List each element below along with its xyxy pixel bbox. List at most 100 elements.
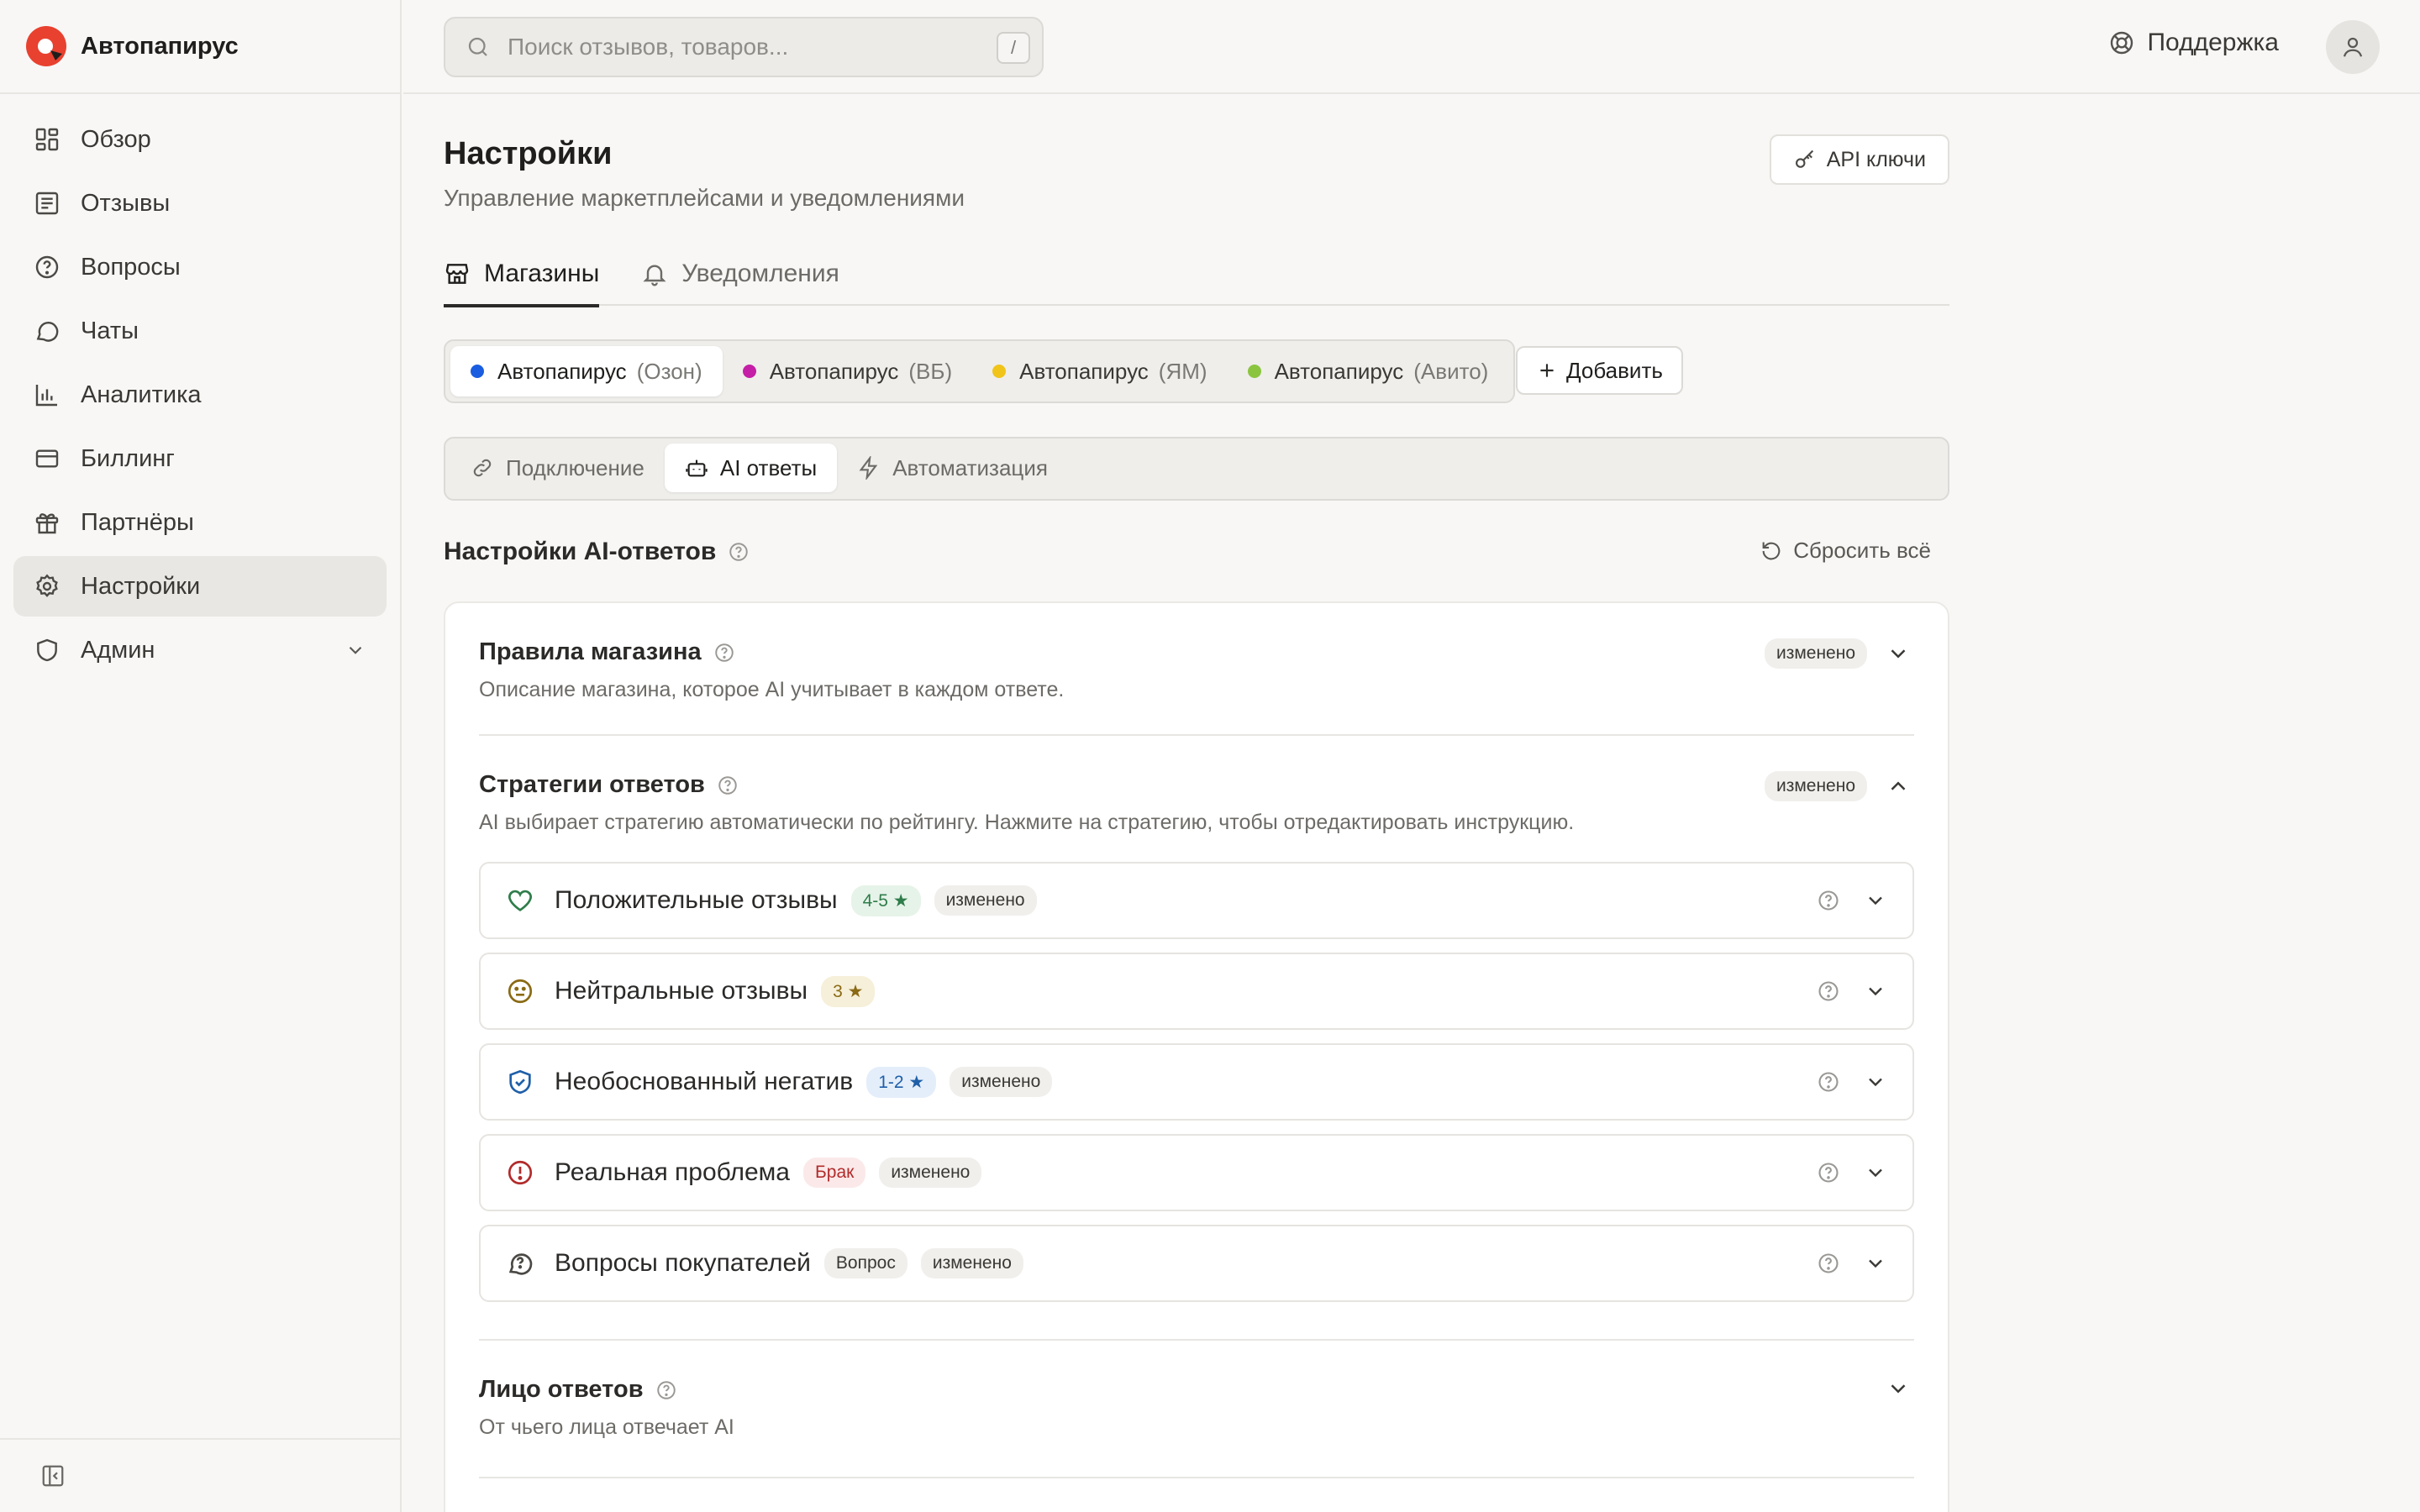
strategy-name: Положительные отзывы	[555, 886, 838, 914]
subtab-automation[interactable]: Автоматизация	[837, 444, 1068, 492]
store-ozon[interactable]: Автопапирус (Озон)	[450, 346, 723, 396]
strategy-neutral[interactable]: Нейтральные отзывы 3 ★	[479, 953, 1914, 1030]
store-marketplace: (Озон)	[636, 358, 702, 384]
chart-icon	[34, 381, 60, 408]
gear-icon	[34, 573, 60, 600]
subtab-label: AI ответы	[719, 454, 818, 480]
user-icon	[2340, 34, 2365, 60]
category-badge: Брак	[802, 1158, 866, 1188]
help-icon[interactable]	[655, 1379, 677, 1401]
api-keys-button[interactable]: API ключи	[1769, 134, 1949, 185]
strategy-positive[interactable]: Положительные отзывы 4-5 ★ изменено	[479, 862, 1914, 939]
search-input[interactable]	[508, 34, 978, 60]
subtab-ai-answers[interactable]: AI ответы	[664, 444, 838, 492]
sidebar-item-overview[interactable]: Обзор	[13, 109, 387, 170]
tab-notifications[interactable]: Уведомления	[641, 242, 839, 306]
bell-icon	[641, 260, 668, 287]
store-subtabs: Подключение AI ответы Автоматизация	[444, 437, 1949, 501]
help-icon[interactable]	[1817, 1161, 1840, 1184]
rating-badge: 4-5 ★	[850, 885, 921, 916]
help-icon[interactable]	[1817, 1252, 1840, 1275]
add-store-button[interactable]: Добавить	[1516, 346, 1683, 395]
brand-name: Автопапирус	[81, 32, 239, 60]
block-title: Стратегии ответов	[479, 771, 705, 798]
chevron-down-icon[interactable]	[1864, 889, 1887, 912]
search-box[interactable]: /	[444, 17, 1044, 77]
strategy-customer-questions[interactable]: Вопросы покупателей Вопрос изменено	[479, 1225, 1914, 1302]
sidebar-item-chats[interactable]: Чаты	[13, 301, 387, 361]
store-ym[interactable]: Автопапирус (ЯМ)	[972, 346, 1227, 396]
sidebar-item-label: Админ	[81, 636, 155, 664]
store-name: Автопапирус	[1274, 358, 1404, 384]
store-name: Автопапирус	[497, 358, 627, 384]
store-name: Автопапирус	[1019, 358, 1149, 384]
store-marketplace: (Авито)	[1413, 358, 1489, 384]
chevron-down-icon[interactable]	[1864, 1070, 1887, 1094]
sidebar-item-admin[interactable]: Админ	[13, 620, 387, 680]
store-wb[interactable]: Автопапирус (ВБ)	[723, 346, 972, 396]
tab-stores[interactable]: Магазины	[444, 242, 600, 307]
strategy-unfounded-negative[interactable]: Необоснованный негатив 1-2 ★ изменено	[479, 1043, 1914, 1121]
sidebar-item-label: Вопросы	[81, 253, 181, 281]
store-rules-block[interactable]: Правила магазина Описание магазина, кото…	[479, 603, 1914, 736]
strategy-name: Реальная проблема	[555, 1158, 790, 1186]
sidebar-item-label: Аналитика	[81, 381, 202, 408]
chevron-up-icon[interactable]	[1886, 774, 1911, 799]
question-icon	[34, 254, 60, 281]
avatar[interactable]	[2326, 20, 2380, 74]
sidebar-item-analytics[interactable]: Аналитика	[13, 365, 387, 425]
sidebar-item-label: Отзывы	[81, 189, 171, 217]
page-title: Настройки	[444, 136, 613, 171]
chevron-down-icon[interactable]	[1864, 1252, 1887, 1275]
brand-logo-icon	[25, 25, 67, 67]
chat-question-icon	[506, 1249, 534, 1278]
grid-icon	[34, 126, 60, 153]
sidebar-nav: Обзор Отзывы Вопросы Чаты Аналитика Билл…	[0, 94, 400, 680]
help-icon[interactable]	[717, 774, 739, 796]
support-link[interactable]: Поддержка	[2108, 29, 2279, 57]
page-subtitle: Управление маркетплейсами и уведомлениям…	[444, 185, 965, 211]
modified-badge: изменено	[1764, 638, 1867, 669]
tab-label: Уведомления	[681, 260, 839, 287]
sidebar-item-partners[interactable]: Партнёры	[13, 492, 387, 553]
section-title: Настройки AI-ответов	[444, 538, 717, 565]
chat-icon	[34, 318, 60, 344]
store-avito[interactable]: Автопапирус (Авито)	[1228, 346, 1509, 396]
chevron-down-icon[interactable]	[1886, 1376, 1911, 1401]
chevron-down-icon[interactable]	[1864, 1161, 1887, 1184]
chevron-down-icon[interactable]	[1864, 979, 1887, 1003]
search-shortcut-key: /	[997, 32, 1030, 64]
lifebuoy-icon	[2108, 29, 2135, 56]
help-icon[interactable]	[1817, 889, 1840, 912]
sidebar-footer	[0, 1438, 400, 1512]
help-icon[interactable]	[1817, 979, 1840, 1003]
store-color-dot	[471, 365, 484, 378]
subtab-connection[interactable]: Подключение	[450, 444, 665, 492]
modified-badge: изменено	[879, 1158, 982, 1188]
subtab-label: Подключение	[506, 454, 644, 480]
block-title: Лицо ответов	[479, 1376, 644, 1403]
reset-all-button[interactable]: Сбросить всё	[1760, 538, 1931, 564]
support-label: Поддержка	[2147, 29, 2279, 56]
brand[interactable]: Автопапирус	[0, 0, 400, 94]
card-icon	[34, 445, 60, 472]
help-icon[interactable]	[728, 541, 750, 563]
help-icon[interactable]	[1817, 1070, 1840, 1094]
answer-persona-block[interactable]: Лицо ответов От чьего лица отвечает AI	[479, 1341, 1914, 1478]
store-switcher: Автопапирус (Озон) Автопапирус (ВБ) Авто…	[444, 339, 1516, 403]
rating-badge: 3 ★	[821, 975, 876, 1007]
sidebar-item-label: Биллинг	[81, 444, 175, 472]
ai-settings-header: Настройки AI-ответов Сбросить всё	[444, 531, 1949, 573]
sidebar-item-settings[interactable]: Настройки	[13, 556, 387, 617]
chevron-down-icon[interactable]	[1886, 641, 1911, 666]
sidebar-item-reviews[interactable]: Отзывы	[13, 173, 387, 234]
rating-badge: 1-2 ★	[866, 1066, 937, 1098]
modified-badge: изменено	[1764, 771, 1867, 801]
help-icon[interactable]	[713, 642, 735, 664]
alert-circle-icon	[506, 1158, 534, 1187]
sidebar-item-billing[interactable]: Биллинг	[13, 428, 387, 489]
sidebar-item-questions[interactable]: Вопросы	[13, 237, 387, 297]
strategy-name: Вопросы покупателей	[555, 1249, 811, 1277]
strategy-real-problem[interactable]: Реальная проблема Брак изменено	[479, 1134, 1914, 1211]
collapse-sidebar-icon[interactable]	[40, 1463, 66, 1488]
